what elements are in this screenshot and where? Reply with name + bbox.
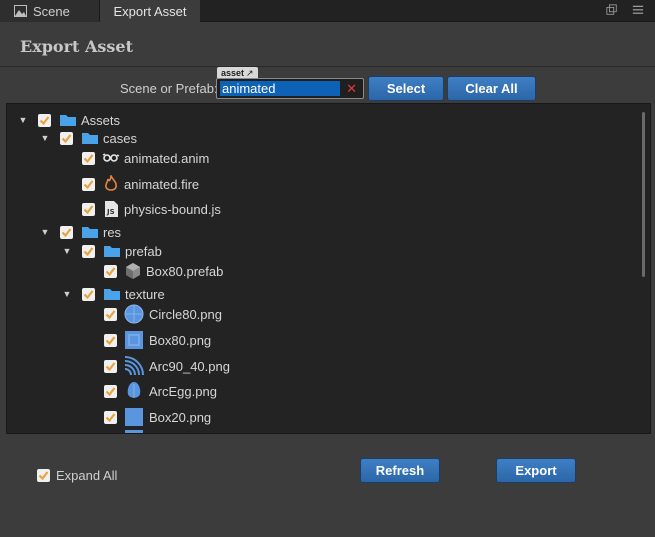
- arc-texture-icon: [124, 356, 144, 376]
- asset-field-value[interactable]: animated: [220, 81, 340, 96]
- header-divider: [0, 66, 655, 67]
- select-button[interactable]: Select: [368, 76, 444, 101]
- animation-icon: [102, 153, 120, 162]
- clear-asset-icon[interactable]: ✕: [346, 80, 357, 97]
- checkbox-cases[interactable]: [60, 131, 73, 145]
- tree-row-box80-prefab[interactable]: Box80.prefab: [7, 261, 627, 281]
- tree-row-box80-png[interactable]: Box80.png: [7, 330, 627, 350]
- expand-all-checkbox[interactable]: [37, 469, 50, 482]
- tree-label: Assets: [81, 112, 121, 128]
- tree-row-texture[interactable]: ▼ texture: [7, 284, 627, 304]
- tree-row-assets[interactable]: ▼ Assets: [7, 110, 627, 130]
- clear-all-button[interactable]: Clear All: [447, 76, 536, 101]
- scene-icon: [14, 5, 27, 17]
- box-texture-icon: [125, 331, 143, 349]
- expand-caret-icon[interactable]: ▼: [40, 133, 50, 143]
- tree-label: physics-bound.js: [124, 201, 221, 217]
- tree-row-res[interactable]: ▼ res: [7, 222, 627, 242]
- tree-row-animated-fire[interactable]: animated.fire: [7, 174, 627, 194]
- tree-scrollbar[interactable]: [642, 112, 645, 277]
- tree-label: Circle80.png: [149, 306, 222, 322]
- folder-icon: [60, 115, 76, 126]
- expand-all-label: Expand All: [56, 468, 118, 483]
- checkbox-box20[interactable]: [104, 410, 117, 424]
- tree-label: texture: [125, 286, 165, 302]
- javascript-file-icon: JS: [105, 201, 118, 217]
- tab-export-asset[interactable]: Export Asset: [100, 0, 200, 23]
- checkbox-box80-prefab[interactable]: [104, 264, 117, 278]
- tree-row-cases[interactable]: ▼ cases: [7, 128, 627, 148]
- box-texture-icon: [125, 408, 143, 426]
- svg-text:JS: JS: [106, 208, 115, 216]
- tab-export-asset-label: Export Asset: [113, 4, 187, 19]
- checkbox-animated-fire[interactable]: [82, 177, 95, 191]
- tree-label: Box20.png: [149, 409, 212, 425]
- tree-row-physics-bound[interactable]: JS physics-bound.js: [7, 199, 627, 219]
- tree-label: ArcEgg.png: [149, 383, 217, 399]
- popout-icon[interactable]: [605, 4, 619, 18]
- folder-icon: [104, 289, 120, 300]
- menu-icon[interactable]: [631, 4, 645, 18]
- tree-label: res: [103, 224, 122, 240]
- tree-row-box20[interactable]: Box20.png: [7, 407, 627, 427]
- expand-caret-icon[interactable]: ▼: [62, 246, 72, 256]
- prefab-cube-icon: [126, 263, 140, 279]
- tree-row-arcegg[interactable]: ArcEgg.png: [7, 381, 627, 401]
- expand-caret-icon[interactable]: ▼: [18, 115, 28, 125]
- checkbox-circle80[interactable]: [104, 307, 117, 321]
- checkbox-texture[interactable]: [82, 287, 95, 301]
- checkbox-box80-png[interactable]: [104, 333, 117, 347]
- tab-bar: Scene Export Asset: [0, 0, 655, 23]
- tree-label: prefab: [125, 243, 162, 259]
- fire-icon: [105, 175, 117, 191]
- checkbox-res[interactable]: [60, 225, 73, 239]
- checkbox-arc90-40[interactable]: [104, 359, 117, 373]
- texture-icon-partial: [125, 430, 143, 433]
- tab-scene-label: Scene: [33, 3, 70, 19]
- page-title: Export Asset: [20, 37, 133, 56]
- tree-label: cases: [103, 130, 137, 146]
- egg-texture-icon: [127, 382, 141, 398]
- checkbox-physics-bound[interactable]: [82, 202, 95, 216]
- checkbox-animated-anim[interactable]: [82, 151, 95, 165]
- checkbox-assets[interactable]: [38, 113, 51, 127]
- tree-label: animated.fire: [124, 176, 200, 192]
- asset-tag-text: asset: [221, 68, 245, 78]
- export-button[interactable]: Export: [496, 458, 576, 483]
- circle-texture-icon: [124, 304, 144, 324]
- folder-icon: [104, 246, 120, 257]
- expand-caret-icon[interactable]: ▼: [40, 227, 50, 237]
- asset-tree[interactable]: ▼ Assets ▼ cases animated.anim animated.…: [6, 103, 651, 434]
- expand-caret-icon[interactable]: ▼: [62, 289, 72, 299]
- tree-row-prefab[interactable]: ▼ prefab: [7, 241, 627, 261]
- tree-label: Arc90_40.png: [149, 358, 230, 374]
- checkbox-arcegg[interactable]: [104, 384, 117, 398]
- tree-row-arc90-40[interactable]: Arc90_40.png: [7, 356, 627, 376]
- asset-field[interactable]: animated ✕: [216, 78, 364, 99]
- tree-label: animated.anim: [124, 150, 210, 166]
- link-icon[interactable]: ↗: [246, 68, 254, 78]
- tree-label: Box80.png: [149, 332, 212, 348]
- checkbox-prefab[interactable]: [82, 244, 95, 258]
- tree-label: Box80.prefab: [146, 263, 224, 279]
- tab-scene[interactable]: Scene: [0, 0, 100, 22]
- folder-icon: [82, 227, 98, 238]
- tree-row-animated-anim[interactable]: animated.anim: [7, 148, 627, 168]
- refresh-button[interactable]: Refresh: [360, 458, 440, 483]
- tree-row-circle80[interactable]: Circle80.png: [7, 304, 627, 324]
- scene-or-prefab-label: Scene or Prefab:: [120, 81, 218, 96]
- folder-icon: [82, 133, 98, 144]
